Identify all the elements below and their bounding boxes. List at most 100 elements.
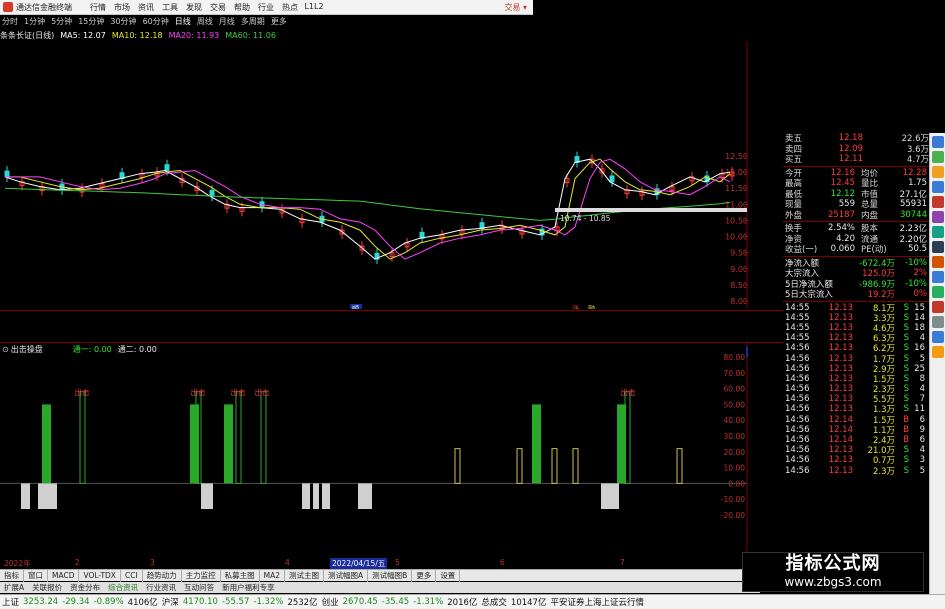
tick-time: 14:56 <box>785 394 810 405</box>
stat-value: 0.060 <box>830 244 855 255</box>
indicator-tab[interactable]: 测试幅图B <box>368 569 413 582</box>
period-tab[interactable]: 30分钟 <box>110 16 136 27</box>
indicator-tab[interactable]: 测试主图 <box>285 569 325 582</box>
period-tab[interactable]: 1分钟 <box>24 16 45 27</box>
stat-value: 1.75 <box>908 178 927 189</box>
toolbar-icon[interactable] <box>931 151 944 163</box>
sub-indicator-chart[interactable]: 80.00 70.00 60.00 50.00 40.00 30.00 20.00 10.00… <box>0 343 748 555</box>
tick-price: 12.13 <box>828 353 853 364</box>
period-tab[interactable]: 15分钟 <box>78 16 104 27</box>
menu-item[interactable]: 交易 <box>206 2 230 13</box>
negative-bar <box>201 483 213 509</box>
order-price: 12.09 <box>838 143 863 154</box>
toolbar-icon[interactable] <box>931 196 944 208</box>
date-label: 7 <box>620 558 625 567</box>
negative-bar <box>358 483 372 509</box>
toolbar-icon[interactable] <box>931 166 944 178</box>
menu-item[interactable]: 资讯 <box>134 2 158 13</box>
menu-item[interactable]: 帮助 <box>230 2 254 13</box>
period-tab[interactable]: 月线 <box>219 16 235 27</box>
menu-item[interactable]: 发现 <box>182 2 206 13</box>
trade-menu-button[interactable]: 交易 ▾ <box>504 2 533 13</box>
tick-count: 3 <box>919 455 925 466</box>
price-axis-label: 11.50 <box>725 184 748 193</box>
toolbar-icon[interactable] <box>931 136 944 148</box>
indicator-tab[interactable]: 更多 <box>412 569 437 582</box>
extra-tab[interactable]: 新用户福利专享 <box>218 582 279 593</box>
indicator-tab[interactable]: 趋势动力 <box>143 569 182 582</box>
menu-item[interactable]: 行情 <box>86 2 110 13</box>
sh-value: 3253.24 <box>23 597 59 607</box>
period-tab[interactable]: 更多 <box>271 16 287 27</box>
tick-price: 12.13 <box>828 333 853 344</box>
sub-axis-label: -20.00 <box>721 511 745 520</box>
indicator-tab[interactable]: CCI <box>121 569 143 582</box>
watermark: 指标公式网 www.zbgs3.com <box>742 552 924 592</box>
indicator-tab[interactable]: 指标 <box>0 569 24 582</box>
period-tab[interactable]: 日线 <box>175 16 191 27</box>
indicator-tab[interactable]: 测试幅图A <box>324 569 369 582</box>
tick-count: 5 <box>919 353 925 364</box>
toolbar-icon[interactable] <box>931 211 944 223</box>
tick-count: 4 <box>919 445 925 456</box>
tick-price: 12.13 <box>828 404 853 415</box>
indicator-tab[interactable]: 私募主图 <box>221 569 260 582</box>
menu-item[interactable]: 热点 <box>278 2 302 13</box>
indicator-tab[interactable]: VOL-TDX <box>79 569 121 582</box>
signal-outline-bar <box>454 448 461 484</box>
toolbar-icon[interactable] <box>931 316 944 328</box>
period-tab[interactable]: 周线 <box>197 16 213 27</box>
sz-pct: -1.32% <box>253 597 284 607</box>
extra-tab[interactable]: 资金分布 <box>66 582 104 593</box>
tick-price: 12.14 <box>828 424 853 435</box>
order-volume: 4.7万 <box>906 155 929 166</box>
toolbar-icon[interactable] <box>931 346 944 358</box>
extra-tab[interactable]: 综合资讯 <box>104 582 142 593</box>
tick-side: S <box>903 445 909 456</box>
kline-chart[interactable]: 12.5012.0011.5011.0010.5010.009.509.008.… <box>0 41 748 309</box>
toolbar-icon[interactable] <box>931 271 944 283</box>
menu-item[interactable]: L1L2 <box>302 2 326 13</box>
toolbar-icon[interactable] <box>931 226 944 238</box>
sz-change: -55.57 <box>221 597 250 607</box>
toolbar-icon[interactable] <box>931 241 944 253</box>
period-tab[interactable]: 60分钟 <box>143 16 169 27</box>
tick-count: 7 <box>919 394 925 405</box>
cy-amount: 2016亿 <box>447 598 478 608</box>
extra-tab[interactable]: 行业资讯 <box>142 582 180 593</box>
period-tab[interactable]: 分时 <box>2 16 18 27</box>
stat-value: 12.45 <box>830 178 855 189</box>
extra-tab[interactable]: 互动问答 <box>180 582 218 593</box>
total-label: 总成交 <box>481 598 507 608</box>
toolbar-icon[interactable] <box>931 331 944 343</box>
indicator-tab[interactable]: 窗口 <box>24 569 48 582</box>
indicator-tab[interactable]: MACD <box>48 569 80 582</box>
toolbar-icon[interactable] <box>931 181 944 193</box>
toolbar-icon[interactable] <box>931 301 944 313</box>
indicator-tab[interactable]: 设置 <box>436 569 461 582</box>
negative-bar <box>313 483 319 509</box>
indicator-tab[interactable]: MA2 <box>260 569 286 582</box>
period-tab[interactable]: 多周期 <box>241 16 265 27</box>
side-toolbar <box>929 133 945 598</box>
menu-item[interactable]: 工具 <box>158 2 182 13</box>
extra-tab[interactable]: 扩展A <box>0 582 28 593</box>
indicator-tab[interactable]: 主力监控 <box>182 569 221 582</box>
tick-side: S <box>903 302 909 313</box>
menu-item[interactable]: 市场 <box>110 2 134 13</box>
signal-label: 出击 <box>75 387 90 397</box>
toolbar-icon[interactable] <box>931 286 944 298</box>
period-tab[interactable]: 5分钟 <box>51 16 72 27</box>
tick-list[interactable]: 14:55 12.13 8.1万 S 15 14:55 12.13 3.3万 S 14 14:55 1… <box>783 302 929 477</box>
signal-bar <box>42 404 51 484</box>
moving-average-line <box>4 187 731 221</box>
date-label: 2 <box>75 558 80 567</box>
menu-item[interactable]: 行业 <box>254 2 278 13</box>
cy-change: -35.45 <box>381 597 410 607</box>
stat-row: 收益(一) 0.060 PE(动) 50.5 <box>783 244 929 255</box>
tick-time: 14:56 <box>785 404 810 415</box>
stat-value: 55931 <box>899 199 927 210</box>
tick-time: 14:55 <box>785 333 810 344</box>
extra-tab[interactable]: 关联报价 <box>28 582 66 593</box>
toolbar-icon[interactable] <box>931 256 944 268</box>
